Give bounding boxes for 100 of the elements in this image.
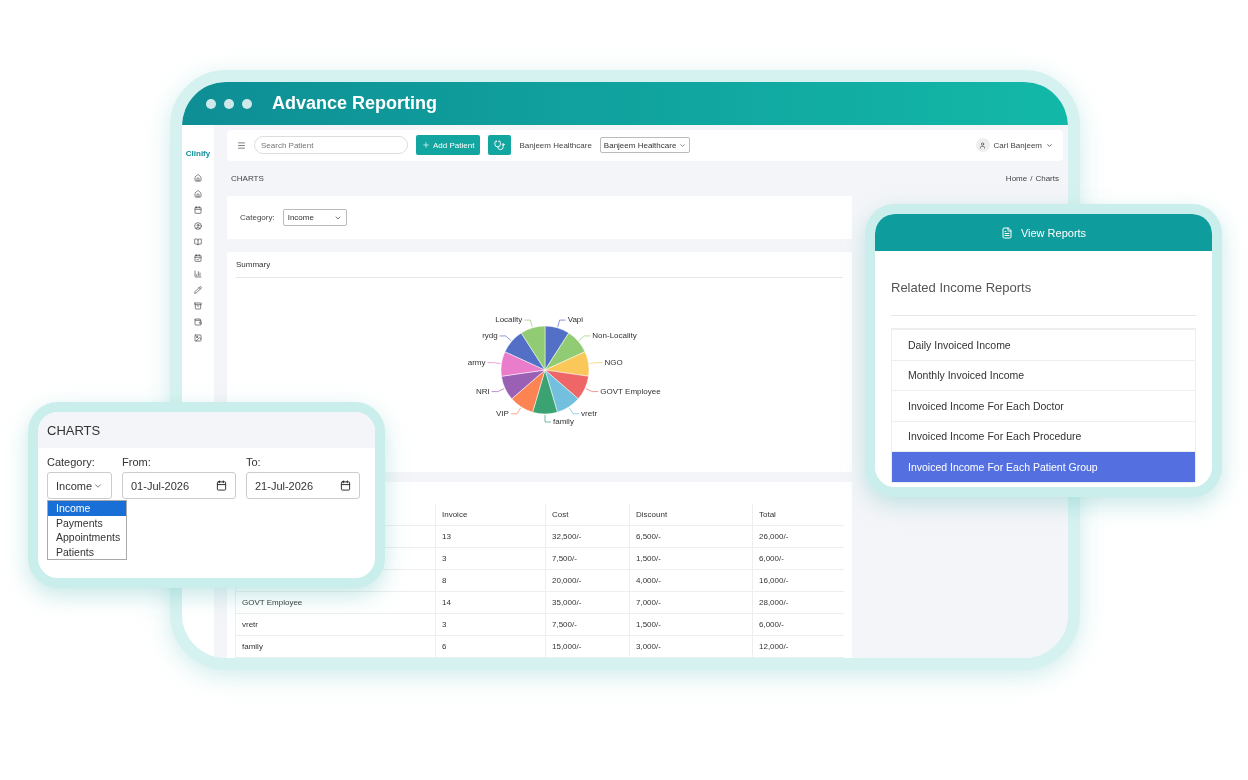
table-cell: GOVT Employee: [235, 592, 435, 613]
window-title: Advance Reporting: [272, 93, 438, 114]
category-select[interactable]: Income: [47, 472, 112, 499]
table-cell: 26,000/-: [752, 526, 841, 547]
window-dot: [242, 98, 252, 109]
leader-line: [524, 319, 533, 328]
dropdown-option[interactable]: Income: [48, 501, 126, 516]
menu-icon[interactable]: [237, 140, 246, 150]
book-icon[interactable]: [194, 238, 202, 246]
caret-icon: [679, 141, 687, 149]
pie-label: family: [553, 417, 574, 426]
bar-chart-icon[interactable]: [194, 270, 202, 278]
table-cell: 32,500/-: [545, 526, 629, 547]
table-cell: 3,000/-: [629, 636, 752, 657]
leader-line: [510, 407, 521, 415]
stethoscope-icon: [494, 139, 506, 151]
table-cell: 6,000/-: [752, 548, 841, 569]
pie-label: VIP: [496, 408, 509, 418]
leader-line: [487, 362, 501, 364]
user-icon[interactable]: [194, 222, 202, 230]
window-dot: [206, 98, 216, 109]
table-cell: 35,000/-: [545, 592, 629, 613]
table-cell: 12,000/-: [752, 636, 841, 657]
table-cell: family: [235, 636, 435, 657]
table-cell: 1,500/-: [629, 614, 752, 635]
pie-label: NRI: [475, 386, 490, 396]
card-header-title: View Reports: [1020, 226, 1087, 239]
pie-label: Non-Locality: [592, 330, 637, 340]
breadcrumb-current: Charts: [1035, 173, 1059, 183]
table-cell: 15,000/-: [545, 636, 629, 657]
table-cell: 8: [435, 570, 545, 591]
table-cell: 16,000/-: [752, 570, 841, 591]
home-icon[interactable]: [194, 174, 202, 182]
leader-line: [544, 414, 552, 423]
table-cell: 14: [435, 592, 545, 613]
user-icon: [979, 141, 987, 149]
clinic-select[interactable]: Banjeem Healthcare: [599, 137, 691, 154]
table-cell: 3: [435, 614, 545, 635]
window-dot: [224, 98, 234, 109]
report-item[interactable]: Invoiced Income For Each Patient Group: [892, 451, 1195, 482]
to-date-field[interactable]: 21-Jul-2026: [246, 472, 360, 499]
document-icon: [1000, 226, 1013, 239]
leader-line: [578, 335, 591, 341]
plus-icon: [422, 141, 430, 150]
pie-label: NGO: [604, 357, 623, 367]
table-cell: 7,000/-: [629, 592, 752, 613]
leader-line: [557, 319, 566, 328]
table-cell: 6,000/-: [752, 614, 841, 635]
card-title: CHARTS: [47, 422, 101, 438]
leader-line: [569, 407, 580, 415]
calendar-icon[interactable]: [194, 206, 202, 214]
page-title: CHARTS: [231, 173, 264, 183]
table-cell: 4,000/-: [629, 570, 752, 591]
calendar-check-icon[interactable]: [194, 254, 202, 262]
image-icon[interactable]: [194, 334, 202, 342]
leader-line: [491, 388, 505, 392]
table-cell: 20,000/-: [545, 570, 629, 591]
logo: Clinify: [185, 149, 211, 158]
column-header: Discount: [629, 504, 752, 525]
to-label: To:: [246, 456, 262, 468]
wallet-icon[interactable]: [194, 318, 202, 326]
category-label: Category:: [47, 456, 96, 468]
leader-line: [499, 335, 512, 341]
column-header: Invoice: [435, 504, 545, 525]
table-cell: 6,500/-: [629, 526, 752, 547]
table-cell: 13: [435, 526, 545, 547]
leader-line: [589, 362, 603, 364]
table-cell: vretr: [235, 614, 435, 635]
pie-label: Vapi: [567, 315, 584, 325]
user-menu[interactable]: Carl Banjeem: [993, 140, 1042, 150]
from-date-field[interactable]: 01-Jul-2026: [122, 472, 236, 499]
breadcrumb-separator: /: [1030, 173, 1033, 183]
clinic-name: Banjeem Healthcare: [519, 140, 592, 150]
column-header: Cost: [545, 504, 629, 525]
avatar[interactable]: [975, 138, 990, 153]
clinic-icon-button[interactable]: [488, 135, 512, 156]
from-label: From:: [122, 456, 152, 468]
calendar-icon[interactable]: [340, 480, 351, 491]
pie-label: vretr: [581, 408, 598, 418]
pencil-icon[interactable]: [194, 286, 202, 294]
archive-icon[interactable]: [194, 302, 202, 310]
pie-label: rydg: [482, 330, 498, 340]
table-cell: 7,500/-: [545, 548, 629, 569]
section-title: Related Income Reports: [891, 259, 1196, 316]
calendar-icon[interactable]: [216, 480, 227, 491]
table-cell: 7,500/-: [545, 614, 629, 635]
card-title: Summary: [236, 252, 843, 278]
caret-icon[interactable]: [1046, 141, 1053, 149]
search-field[interactable]: Search Patient: [254, 136, 408, 155]
breadcrumb-link[interactable]: Home: [1005, 173, 1028, 183]
pie-label: army: [467, 357, 486, 367]
category-label: Category:: [240, 213, 275, 222]
category-select[interactable]: Income: [282, 209, 347, 226]
table-cell: 6: [435, 636, 545, 657]
pie-label: Locality: [495, 315, 523, 325]
house-icon[interactable]: [194, 190, 202, 198]
column-header: Total: [752, 504, 841, 525]
table-cell: 1,500/-: [629, 548, 752, 569]
table-cell: 28,000/-: [752, 592, 841, 613]
table-cell: 3: [435, 548, 545, 569]
